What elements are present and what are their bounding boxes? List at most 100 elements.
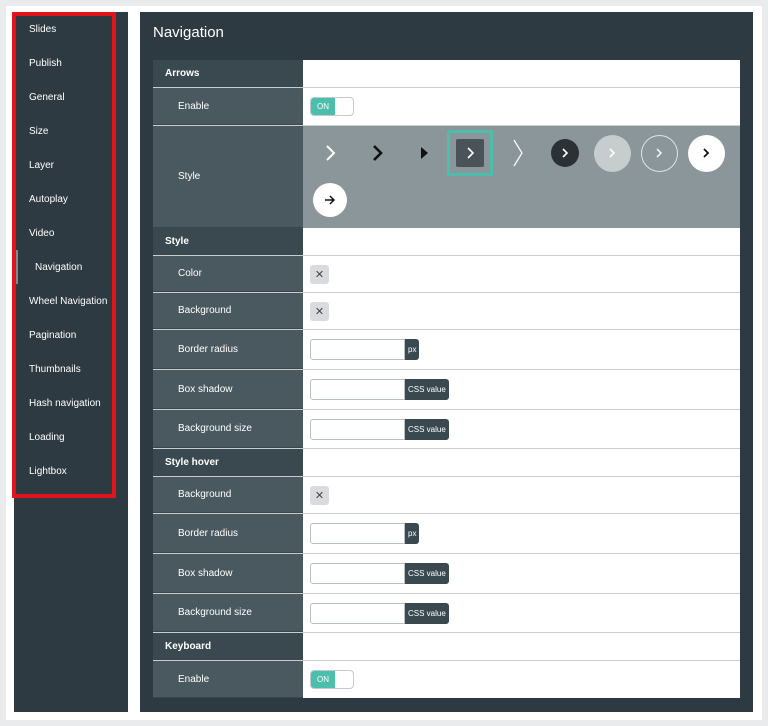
sidebar-item-pagination[interactable]: Pagination bbox=[14, 318, 114, 352]
row-hover-background: Background ✕ bbox=[153, 477, 740, 514]
row-keyboard-enable: Enable ON bbox=[153, 661, 740, 698]
row-label: Style bbox=[153, 126, 303, 228]
row-hover-box-shadow: Box shadow CSS value bbox=[153, 554, 740, 594]
circle-bg bbox=[687, 134, 725, 172]
arrows-enable-toggle[interactable]: ON bbox=[310, 97, 354, 116]
background-swatch[interactable]: ✕ bbox=[310, 301, 329, 321]
sidebar-item-label: Navigation bbox=[35, 261, 83, 273]
hover-background-size-field: CSS value bbox=[310, 602, 449, 624]
unit-badge: CSS value bbox=[405, 563, 449, 584]
sidebar-item-wheel-navigation[interactable]: Wheel Navigation bbox=[14, 284, 114, 318]
toggle-on-label: ON bbox=[311, 671, 335, 688]
border-radius-field: px bbox=[310, 339, 420, 360]
row-style-background-size: Background size CSS value bbox=[153, 410, 740, 449]
row-label: Box shadow bbox=[153, 554, 303, 593]
row-style-box-shadow: Box shadow CSS value bbox=[153, 370, 740, 410]
row-arrows-enable: Enable ON bbox=[153, 88, 740, 126]
hover-border-radius-input[interactable] bbox=[310, 523, 405, 544]
row-label: Color bbox=[153, 256, 303, 292]
chevron-outline-circle-icon[interactable] bbox=[640, 134, 678, 172]
sidebar-item-label: Loading bbox=[29, 431, 65, 443]
section-label: Style bbox=[153, 228, 303, 255]
sidebar: Slides Publish General Size Layer Autopl… bbox=[12, 12, 128, 712]
arrow-style-picker bbox=[303, 126, 740, 228]
sidebar-item-hash-navigation[interactable]: Hash navigation bbox=[14, 386, 114, 420]
row-hover-background-size: Background size CSS value bbox=[153, 594, 740, 633]
row-arrows-style: Style bbox=[153, 126, 740, 228]
chevron-dark-circle-icon[interactable] bbox=[546, 134, 584, 172]
section-keyboard: Keyboard bbox=[153, 633, 740, 661]
row-label: Background bbox=[153, 293, 303, 329]
row-label: Enable bbox=[153, 661, 303, 698]
hover-background-size-input[interactable] bbox=[310, 602, 405, 624]
chevron-square-icon[interactable] bbox=[447, 130, 493, 176]
sidebar-item-size[interactable]: Size bbox=[14, 114, 114, 148]
sidebar-item-label: Pagination bbox=[29, 329, 77, 341]
background-size-field: CSS value bbox=[310, 418, 449, 440]
row-label: Box shadow bbox=[153, 370, 303, 409]
unit-badge: px bbox=[405, 523, 420, 544]
sidebar-item-label: General bbox=[29, 91, 65, 103]
clear-icon: ✕ bbox=[314, 268, 325, 281]
sidebar-item-label: Publish bbox=[29, 57, 62, 69]
sidebar-item-general[interactable]: General bbox=[14, 80, 114, 114]
main-panel: Navigation Arrows Enable ON Style Style … bbox=[140, 12, 753, 712]
border-radius-input[interactable] bbox=[310, 339, 405, 360]
row-label: Border radius bbox=[153, 514, 303, 553]
sidebar-item-layer[interactable]: Layer bbox=[14, 148, 114, 182]
row-label: Background size bbox=[153, 410, 303, 448]
box-shadow-field: CSS value bbox=[310, 379, 449, 400]
sidebar-item-label: Size bbox=[29, 125, 49, 137]
chevron-white-circle-icon[interactable] bbox=[687, 134, 725, 172]
section-arrows: Arrows bbox=[153, 60, 740, 88]
unit-badge: px bbox=[405, 339, 420, 360]
section-style: Style bbox=[153, 228, 740, 256]
chevron-light-circle-icon[interactable] bbox=[593, 134, 631, 172]
sidebar-item-publish[interactable]: Publish bbox=[14, 46, 114, 80]
sidebar-item-loading[interactable]: Loading bbox=[14, 420, 114, 454]
sidebar-item-thumbnails[interactable]: Thumbnails bbox=[14, 352, 114, 386]
sidebar-item-navigation[interactable]: Navigation bbox=[16, 250, 116, 284]
section-label: Arrows bbox=[153, 60, 303, 87]
circle-bg bbox=[313, 183, 347, 217]
clear-icon: ✕ bbox=[314, 489, 325, 502]
chevron-square-inner bbox=[456, 139, 484, 167]
box-shadow-input[interactable] bbox=[310, 379, 405, 400]
chevron-line-icon[interactable] bbox=[499, 134, 537, 172]
row-hover-border-radius: Border radius px bbox=[153, 514, 740, 554]
unit-badge: CSS value bbox=[405, 418, 449, 440]
clear-icon: ✕ bbox=[314, 305, 325, 318]
hover-box-shadow-field: CSS value bbox=[310, 563, 449, 584]
row-label: Enable bbox=[153, 88, 303, 125]
keyboard-enable-toggle[interactable]: ON bbox=[310, 670, 354, 689]
hover-box-shadow-input[interactable] bbox=[310, 563, 405, 584]
arrow-white-circle-icon[interactable] bbox=[311, 181, 349, 219]
circle-bg bbox=[640, 134, 678, 172]
unit-badge: CSS value bbox=[405, 602, 449, 624]
triangle-icon[interactable] bbox=[405, 134, 443, 172]
chevron-bold-icon[interactable] bbox=[358, 134, 396, 172]
background-size-input[interactable] bbox=[310, 418, 405, 440]
circle-bg bbox=[551, 139, 579, 167]
sidebar-item-label: Autoplay bbox=[29, 193, 68, 205]
color-swatch[interactable]: ✕ bbox=[310, 264, 329, 284]
sidebar-item-video[interactable]: Video bbox=[14, 216, 114, 250]
sidebar-item-autoplay[interactable]: Autoplay bbox=[14, 182, 114, 216]
sidebar-item-label: Slides bbox=[29, 23, 57, 35]
hover-background-swatch[interactable]: ✕ bbox=[310, 485, 329, 505]
sidebar-item-lightbox[interactable]: Lightbox bbox=[14, 454, 114, 488]
settings-table: Arrows Enable ON Style Style Color ✕ Bac… bbox=[153, 60, 740, 698]
sidebar-item-label: Wheel Navigation bbox=[29, 295, 108, 307]
sidebar-item-label: Hash navigation bbox=[29, 397, 101, 409]
hover-border-radius-field: px bbox=[310, 523, 420, 544]
page-title: Navigation bbox=[153, 24, 224, 41]
row-style-background: Background ✕ bbox=[153, 293, 740, 330]
row-style-color: Color ✕ bbox=[153, 256, 740, 293]
unit-badge: CSS value bbox=[405, 379, 449, 400]
circle-bg bbox=[593, 134, 631, 172]
section-label: Style hover bbox=[153, 449, 303, 476]
chevron-thin-icon[interactable] bbox=[311, 134, 349, 172]
row-label: Background size bbox=[153, 594, 303, 632]
sidebar-item-slides[interactable]: Slides bbox=[14, 12, 114, 46]
row-label: Background bbox=[153, 477, 303, 513]
